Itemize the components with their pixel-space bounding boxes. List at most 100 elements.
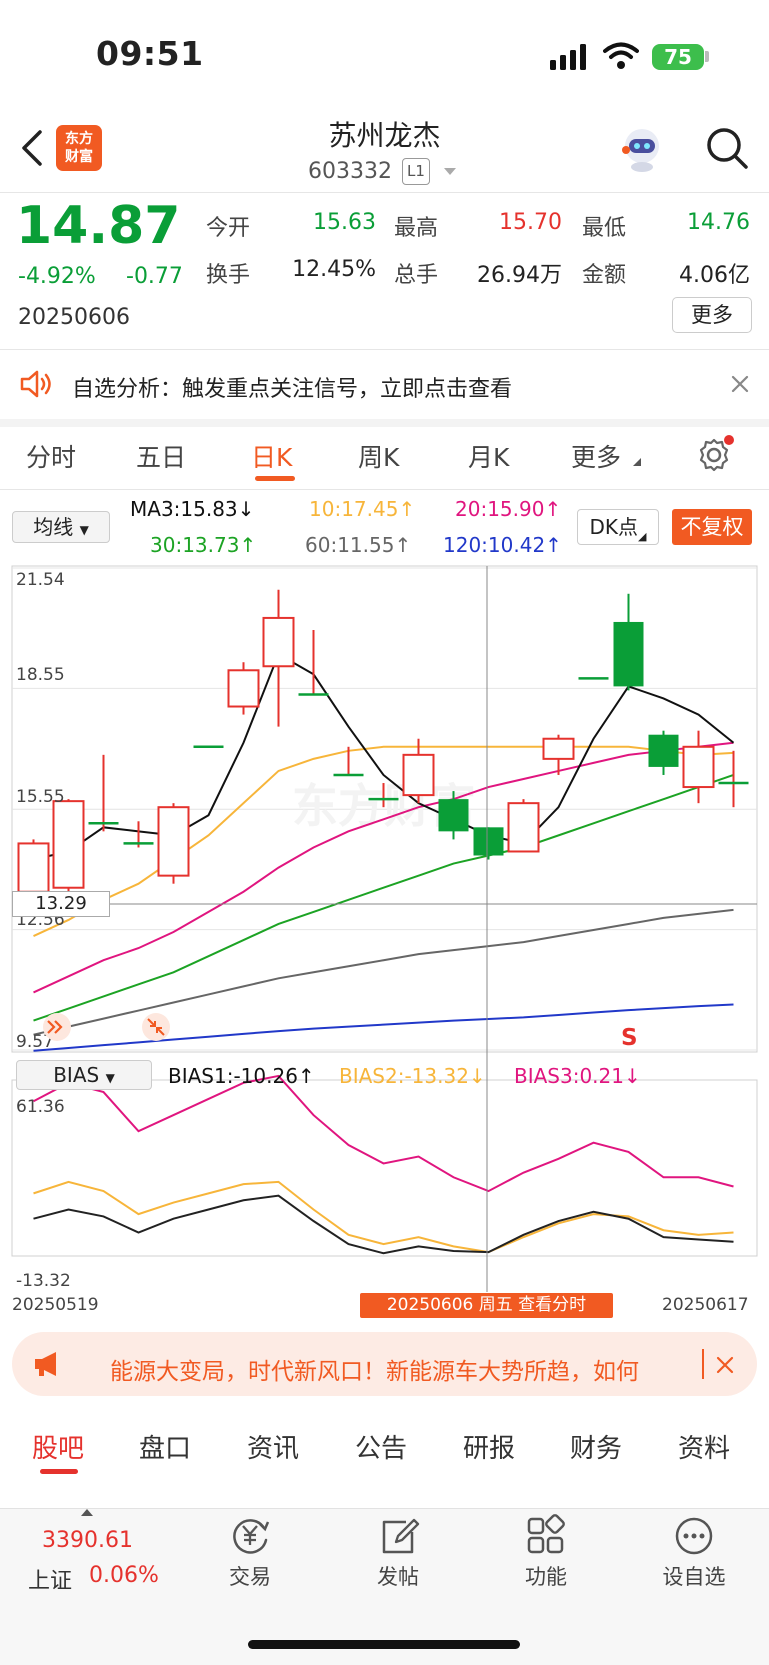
indicator-selector[interactable]: 均线 ▼ [12,511,110,543]
candle-body [542,737,575,760]
bias-line-bias3 [33,1074,734,1193]
price-tick-2: 18.55 [16,665,65,685]
ma10-label: 10:17.45↑ [309,497,416,521]
bias-selector-label: BIAS [53,1063,100,1087]
tab-research[interactable]: 研报 [463,1428,515,1465]
nav-function[interactable]: 功能 [504,1561,588,1591]
turnover-value: 12.45% [292,257,376,282]
index-change[interactable]: 0.06% [89,1563,159,1588]
chart-grid [11,565,758,1257]
tab-monthly-k[interactable]: 月K [468,438,509,474]
status-time: 09:51 [96,34,204,73]
ma60-label: 60:11.55↑ [305,533,412,557]
current-price: 14.87 [16,196,181,256]
high-label: 最高 [394,216,439,241]
close-icon[interactable] [731,375,749,393]
tab-profile[interactable]: 资料 [678,1428,730,1465]
tab-weekly-k[interactable]: 周K [358,438,399,474]
home-indicator [248,1640,520,1649]
candle-body [262,616,295,668]
open-label: 今开 [206,216,251,241]
crosshair-price-label: 13.29 [12,891,110,917]
expand-up-icon[interactable] [80,1508,94,1517]
more-quote-button[interactable]: 更多 [672,297,752,333]
ma3-label: MA3:15.83↓ [130,497,255,521]
index-value[interactable]: 3390.61 [42,1528,133,1553]
function-icon[interactable] [524,1514,568,1558]
tab-finance[interactable]: 财务 [570,1428,622,1465]
ma-lines [33,652,735,1052]
quote-date: 20250606 [18,305,130,330]
candles [17,589,749,900]
expand-arrows-icon[interactable] [42,1012,72,1042]
indicator-selector-label: 均线 [33,515,74,539]
bias-selector[interactable]: BIAS ▼ [16,1060,152,1090]
search-icon[interactable] [705,126,749,170]
notice-text[interactable]: 自选分析：触发重点关注信号，立即点击查看 [72,371,512,403]
add-watchlist-icon[interactable] [672,1514,716,1558]
candle-body [473,827,504,856]
nav-post[interactable]: 发帖 [356,1561,440,1591]
candle-body [17,842,50,893]
ad-text[interactable]: 能源大变局，时代新风口！新能源车大势所趋，如何 [110,1352,700,1386]
candle-body [438,799,469,832]
turnover-label: 换手 [206,263,251,288]
candle-body [507,802,540,853]
dk-caret-icon: ◢ [638,530,647,543]
kline-chart[interactable]: 东方财富 [0,560,769,1300]
price-tick-3: 15.55 [16,787,65,807]
high-value: 15.70 [499,210,562,235]
tab-pankou[interactable]: 盘口 [139,1428,191,1465]
gear-icon[interactable] [696,434,736,474]
battery-indicator: 75 [652,44,704,70]
bias-caret-icon: ▼ [105,1071,115,1085]
candle-body [157,806,190,877]
post-icon[interactable] [376,1514,420,1558]
start-date: 20250519 [12,1295,99,1315]
low-value: 14.76 [687,210,750,235]
tab-intraday[interactable]: 分时 [26,438,76,474]
candle-body [402,753,435,797]
speaker-icon [20,370,51,398]
tab-news[interactable]: 资讯 [247,1428,299,1465]
stock-code: 603332 [308,159,392,184]
bias-lines [33,1074,734,1255]
collapse-arrows-icon[interactable] [141,1012,171,1042]
megaphone-icon [35,1352,56,1376]
change-amount: -0.77 [126,264,183,289]
volume-label: 总手 [394,263,439,288]
nav-watchlist[interactable]: 设自选 [652,1561,736,1591]
bias1-label: BIAS1:-10.26↑ [168,1064,315,1088]
selected-date-button[interactable]: 20250606 周五 查看分时 [360,1293,613,1318]
level-badge[interactable]: L1 [402,158,430,185]
active-tab-indicator [255,476,295,481]
quote-divider [0,349,769,350]
candle-body [648,734,679,767]
amount-value: 4.06亿 [679,263,750,288]
tab-daily-k[interactable]: 日K [251,438,292,474]
ma20-label: 20:15.90↑ [455,497,562,521]
robot-assistant-icon[interactable] [617,124,667,174]
chevron-down-icon[interactable] [442,166,458,178]
wifi-icon [603,42,639,69]
battery-tip [705,51,709,62]
dk-point-button[interactable]: DK点◢ [577,509,659,545]
bias-tick-top: 61.36 [16,1097,65,1117]
trade-icon[interactable] [228,1514,272,1558]
open-value: 15.63 [313,210,376,235]
nav-trade[interactable]: 交易 [208,1561,292,1591]
tab-more[interactable]: 更多 [571,438,621,474]
tab-guba[interactable]: 股吧 [32,1428,84,1465]
tab-announcements[interactable]: 公告 [355,1428,407,1465]
more-caret-icon [633,458,641,466]
tab-five-day[interactable]: 五日 [136,438,186,474]
candle-body [227,669,260,708]
low-label: 最低 [582,216,627,241]
no-adjust-button[interactable]: 不复权 [672,509,752,545]
ad-close-icon[interactable] [716,1356,734,1374]
bias-panel-border [11,1079,758,1257]
end-date: 20250617 [662,1295,749,1315]
candle-body [682,745,715,789]
index-name[interactable]: 上证 [28,1563,72,1595]
ad-divider [702,1349,704,1379]
